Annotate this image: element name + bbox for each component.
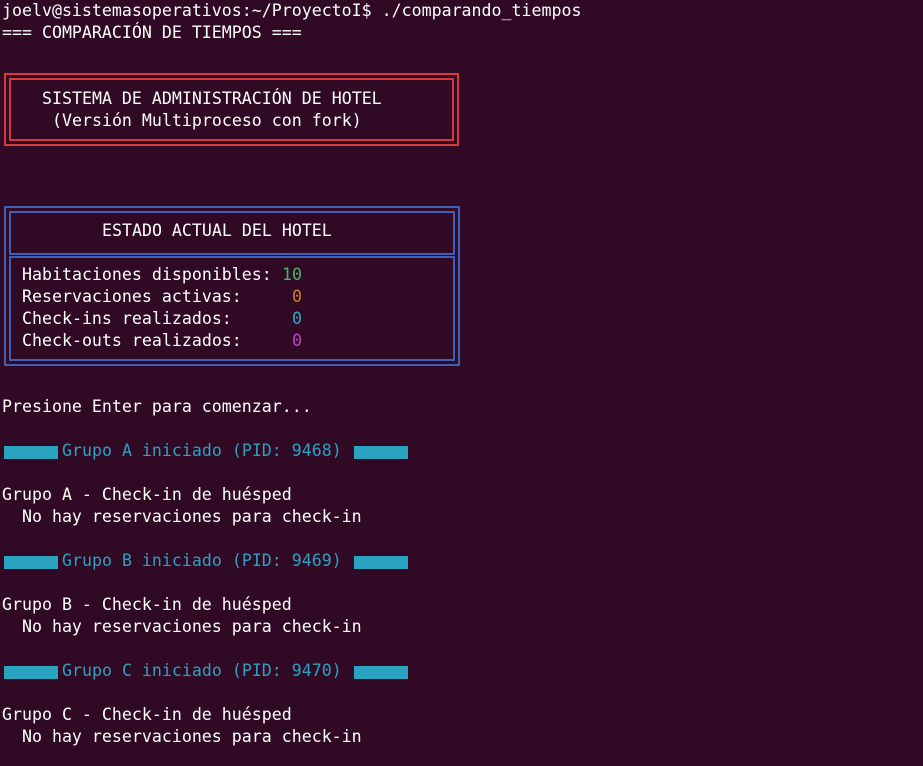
group-started-message: Grupo B iniciado (PID: 9469) — [62, 551, 342, 570]
status-row-label: Reservaciones activas: — [22, 287, 242, 306]
group-start-bar-right — [354, 556, 408, 569]
checkouts-value: 0 — [292, 331, 302, 350]
group-start-bar-right — [354, 666, 408, 679]
hotel-status-heading: ESTADO ACTUAL DEL HOTEL — [102, 221, 332, 240]
group-message-line: No hay reservaciones para check-in — [2, 507, 362, 526]
group-action-line: Grupo C - Check-in de huésped — [2, 705, 292, 724]
group-action-line: Grupo B - Check-in de huésped — [2, 595, 292, 614]
group-action-line: Grupo A - Check-in de huésped — [2, 485, 292, 504]
terminal-window[interactable]: joelv@sistemasoperativos:~/ProyectoI$ ./… — [0, 0, 923, 766]
group-message-line: No hay reservaciones para check-in — [2, 727, 362, 746]
command-prompt-line: joelv@sistemasoperativos:~/ProyectoI$ ./… — [2, 1, 582, 20]
group-started-message: Grupo A iniciado (PID: 9468) — [62, 441, 342, 460]
available-rooms-value: 10 — [282, 265, 302, 284]
system-subtitle: (Versión Multiproceso con fork) — [52, 111, 362, 130]
status-row-label: Check-outs realizados: — [22, 331, 242, 350]
comparison-header: === COMPARACIÓN DE TIEMPOS === — [2, 23, 302, 42]
status-row-label: Check-ins realizados: — [22, 309, 232, 328]
status-row-label: Habitaciones disponibles: — [22, 265, 272, 284]
group-message-line: No hay reservaciones para check-in — [2, 617, 362, 636]
group-start-bar-right — [354, 446, 408, 459]
checkins-value: 0 — [292, 309, 302, 328]
group-start-bar-left — [4, 556, 58, 569]
group-start-bar-left — [4, 666, 58, 679]
group-started-message: Grupo C iniciado (PID: 9470) — [62, 661, 342, 680]
group-start-bar-left — [4, 446, 58, 459]
press-enter-message: Presione Enter para comenzar... — [2, 397, 312, 416]
system-title: SISTEMA DE ADMINISTRACIÓN DE HOTEL — [42, 89, 382, 108]
active-reservations-value: 0 — [292, 287, 302, 306]
